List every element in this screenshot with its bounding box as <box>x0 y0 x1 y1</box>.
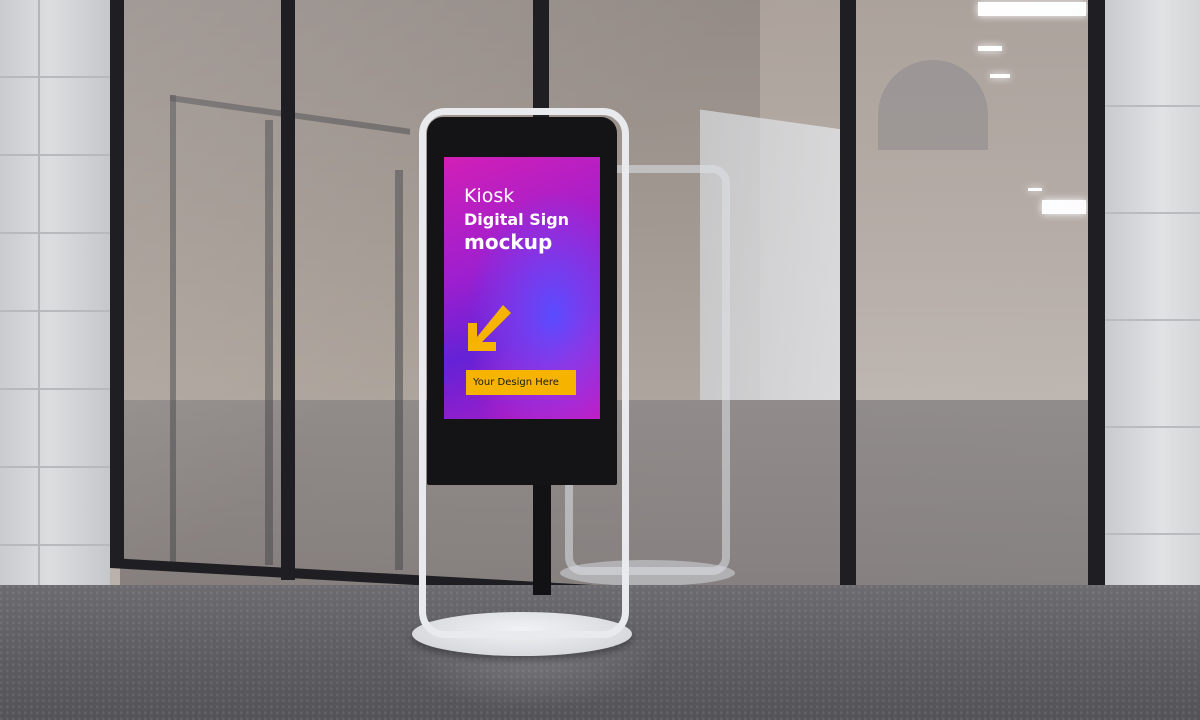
mullion <box>840 0 856 605</box>
kiosk-screen[interactable]: Kiosk Digital Sign mockup Your Design He… <box>444 157 600 419</box>
your-design-here-button[interactable]: Your Design Here <box>466 370 576 395</box>
screen-title-line3: mockup <box>464 230 553 254</box>
mullion <box>281 0 295 580</box>
arrow-down-left-icon <box>468 305 511 351</box>
mullion <box>1088 0 1105 615</box>
left-tiled-wall <box>0 0 110 585</box>
kiosk-scene: Kiosk Digital Sign mockup Your Design He… <box>0 0 1200 720</box>
screen-title-line2: Digital Sign <box>464 210 570 229</box>
left-wall-joint <box>38 0 40 585</box>
mullion <box>110 0 124 565</box>
screen-title-line1: Kiosk <box>464 185 515 207</box>
right-tiled-wall <box>1105 0 1200 665</box>
